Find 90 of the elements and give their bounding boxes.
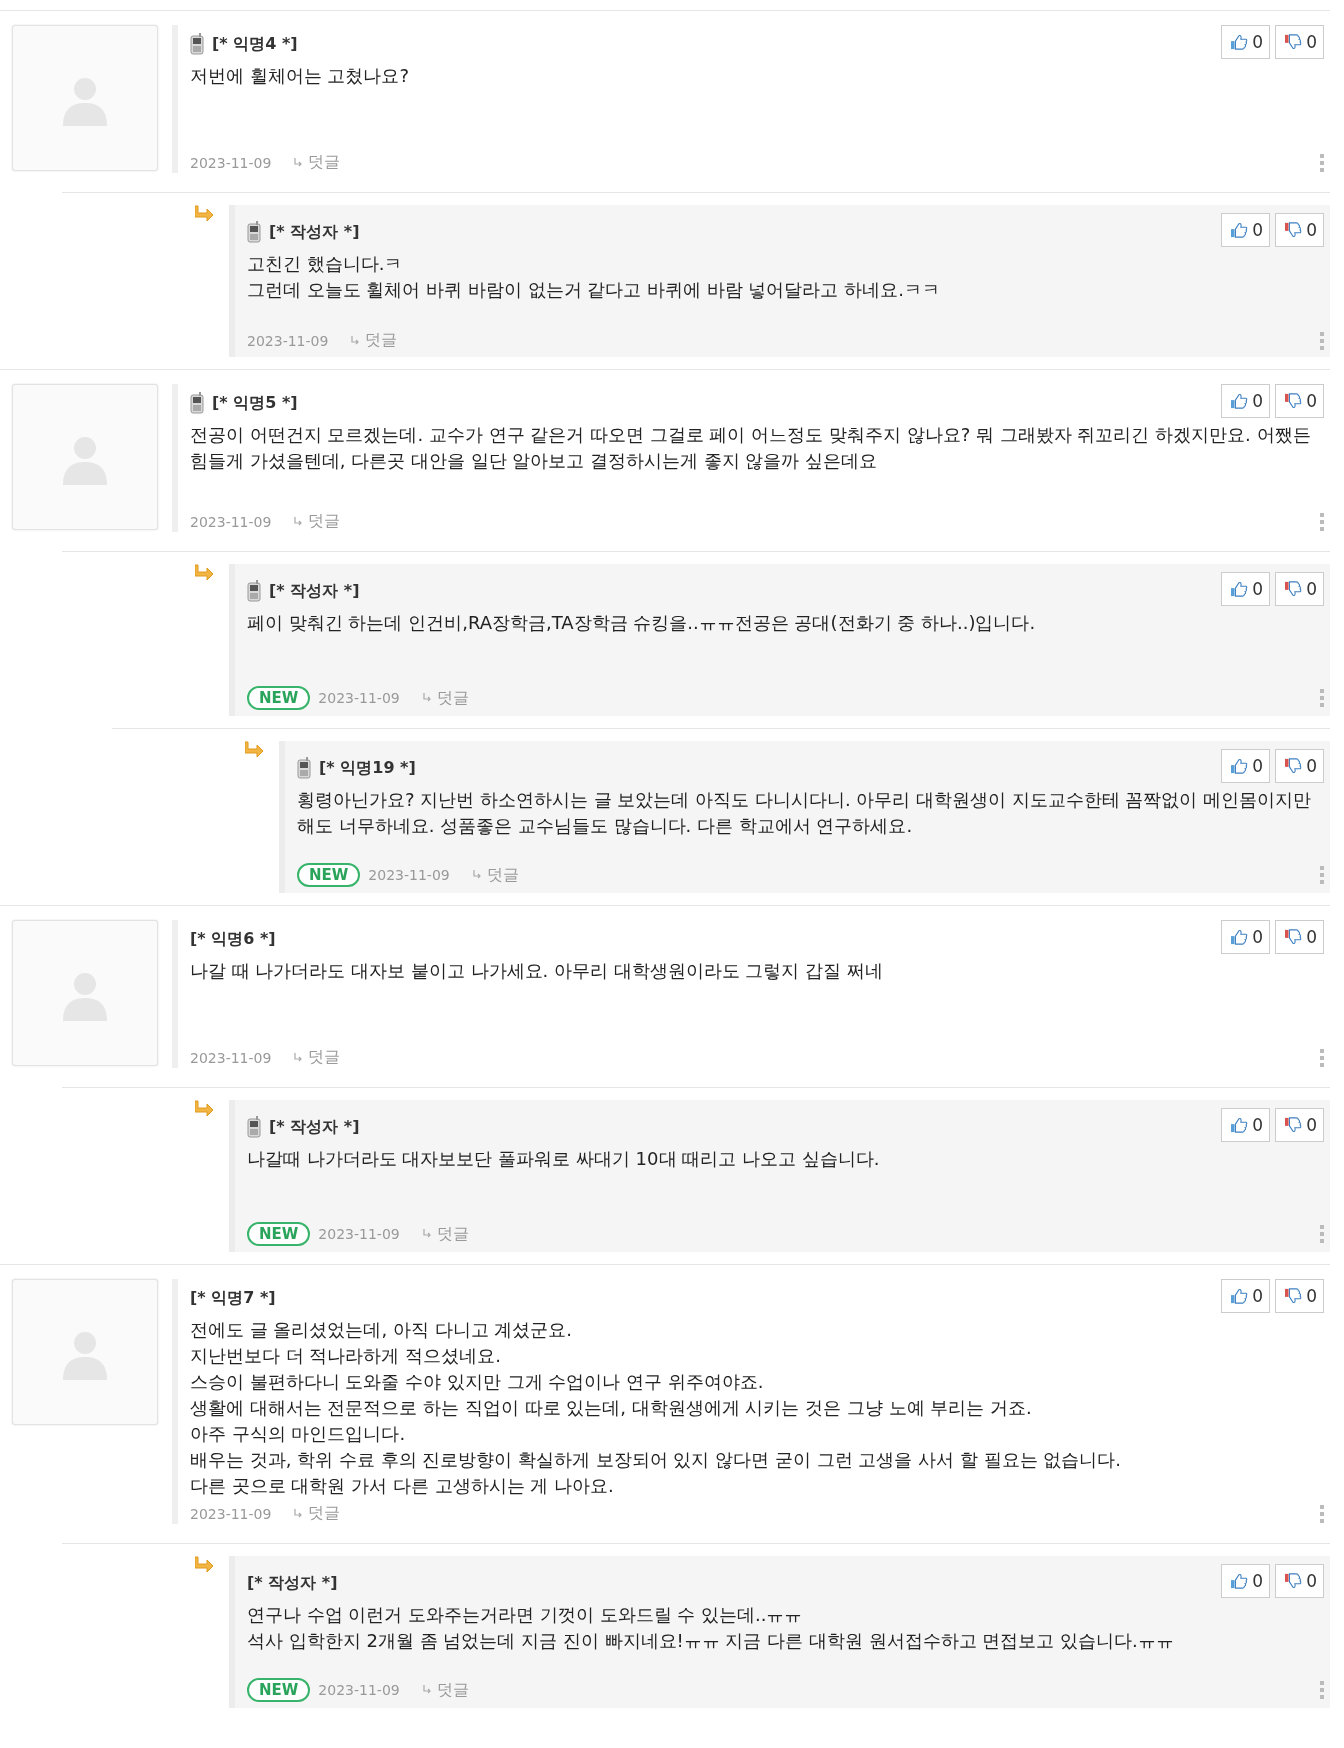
thumbs-up-icon	[1230, 1117, 1249, 1133]
comment-date: 2023-11-09	[318, 690, 400, 706]
like-button[interactable]: 0	[1221, 25, 1271, 59]
dislike-button[interactable]: 0	[1275, 1564, 1324, 1598]
dislike-button[interactable]: 0	[1275, 920, 1324, 954]
like-button[interactable]: 0	[1221, 920, 1271, 954]
more-options-icon[interactable]	[1320, 866, 1324, 884]
new-badge: NEW	[247, 1678, 311, 1702]
comment-date: 2023-11-09	[318, 1682, 400, 1698]
comment-text: 전에도 글 올리셨었는데, 아직 다니고 계셨군요. 지난번보다 더 적나라하게 적으셨네요. 스승이 불편하다니 도와줄 수야 있지만 그게 수업이나 연구 위주여야죠. 생활에 대해서는 전문적으로 하는 직업이 따로 있는데, 대학원생에게 시키는 것은 그냥 노예 부리는 거죠. 아주 구식의 마인드입니다. 배우는 것과, 학위 수료 후의 진로방향이 확실하게 보장되어 있지 않다면 굳이 그런 고생을 사서 할 필요는 없습니다. 다른 곳으로 대학원 가서 다른 고생하시는 게 나아요.	[190, 1318, 1122, 1498]
new-badge: NEW	[247, 686, 311, 710]
comment-date: 2023-11-09	[190, 154, 272, 171]
comment-date: 2023-11-09	[190, 513, 272, 530]
comment-date: 2023-11-09	[190, 1049, 272, 1066]
author-name: [* 작성자 *]	[269, 1116, 360, 1138]
like-button[interactable]: 0	[1221, 213, 1271, 247]
reply-arrow-icon	[195, 564, 215, 582]
more-options-icon[interactable]	[1320, 1225, 1324, 1243]
author-name: [* 작성자 *]	[247, 1572, 338, 1594]
thumbs-down-icon	[1284, 1288, 1303, 1304]
comment-text: 저번에 휠체어는 고쳤나요?	[190, 64, 410, 88]
dislike-button[interactable]: 0	[1275, 25, 1324, 59]
thumbs-up-icon	[1230, 393, 1249, 409]
thumbs-down-icon	[1284, 581, 1303, 597]
author-name: [* 익명4 *]	[212, 33, 298, 55]
reply-arrow-icon	[195, 1556, 215, 1574]
like-button[interactable]: 0	[1221, 572, 1271, 606]
reply-arrow-icon	[293, 1508, 304, 1519]
like-button[interactable]: 0	[1221, 384, 1271, 418]
dislike-button[interactable]: 0	[1275, 1108, 1324, 1142]
dislike-button[interactable]: 0	[1275, 749, 1324, 783]
thumbs-up-icon	[1230, 1573, 1249, 1589]
reply-arrow-icon	[421, 693, 432, 703]
reply-arrow-icon	[421, 1229, 432, 1239]
dislike-button[interactable]: 0	[1275, 384, 1324, 418]
thumbs-up-icon	[1230, 34, 1249, 50]
reply-arrow-icon	[293, 516, 304, 527]
comment-text: 고친긴 했습니다.ㅋ 그런데 오늘도 휠체어 바퀴 바람이 없는거 같다고 바퀴에 바람 넣어달라고 하네요.ㅋㅋ	[247, 252, 941, 302]
comment-date: 2023-11-09	[368, 867, 450, 883]
thumbs-down-icon	[1284, 929, 1303, 945]
dislike-button[interactable]: 0	[1275, 213, 1324, 247]
more-options-icon[interactable]	[1320, 1681, 1324, 1699]
comment-text: 페이 맞춰긴 하는데 인건비,RA장학금,TA장학금 슈킹을..ㅠㅠ전공은 공대(전화기 중 하나..)입니다.	[247, 611, 1037, 635]
reply-arrow-icon	[195, 205, 215, 223]
thumbs-up-icon	[1230, 222, 1249, 238]
thumbs-down-icon	[1284, 1573, 1303, 1589]
comment-text: 나갈때 나가더라도 대자보보단 풀파워로 싸대기 10대 때리고 나오고 싶습니다.	[247, 1147, 881, 1171]
comment-date: 2023-11-09	[190, 1505, 272, 1522]
thumbs-down-icon	[1284, 758, 1303, 774]
more-options-icon[interactable]	[1320, 1048, 1324, 1067]
reply-arrow-icon	[293, 157, 304, 168]
more-options-icon[interactable]	[1320, 512, 1324, 531]
comment-text: 연구나 수업 이런거 도와주는거라면 기껏이 도와드릴 수 있는데..ㅠㅠ 석사 입학한지 2개월 좀 넘었는데 지금 진이 빠지네요!ㅠㅠ 지금 다른 대학원 원서접수하고 면접보고 있습니다.ㅠㅠ	[247, 1603, 1175, 1653]
author-name: [* 익명19 *]	[319, 757, 416, 779]
more-options-icon[interactable]	[1320, 1504, 1324, 1523]
author-name: [* 익명7 *]	[190, 1287, 276, 1309]
thumbs-down-icon	[1284, 34, 1303, 50]
reply-arrow-icon	[350, 335, 361, 346]
new-badge: NEW	[247, 1222, 311, 1246]
more-options-icon[interactable]	[1320, 689, 1324, 707]
author-name: [* 작성자 *]	[269, 221, 360, 243]
reply-arrow-icon	[245, 741, 265, 759]
thumbs-up-icon	[1230, 1288, 1249, 1304]
thumbs-up-icon	[1230, 581, 1249, 597]
like-button[interactable]: 0	[1221, 749, 1271, 783]
comment-text: 전공이 어떤건지 모르겠는데. 교수가 연구 같은거 따오면 그걸로 페이 어느정도 맞춰주지 않나요? 뭐 그래봤자 쥐꼬리긴 하겠지만요. 어쨌든 힘들게 가셨을텐데, 다른곳 대안을 일단 알아보고 결정하시는게 좋지 않을까 싶은데요	[190, 423, 1312, 473]
like-button[interactable]: 0	[1221, 1108, 1271, 1142]
thumbs-down-icon	[1284, 1117, 1303, 1133]
reply-arrow-icon	[293, 1052, 304, 1063]
thumbs-up-icon	[1230, 758, 1249, 774]
author-name: [* 익명6 *]	[190, 928, 276, 950]
reply-arrow-icon	[195, 1100, 215, 1118]
thumbs-down-icon	[1284, 393, 1303, 409]
author-name: [* 익명5 *]	[212, 392, 298, 414]
comment-text: 횡령아닌가요? 지난번 하소연하시는 글 보았는데 아직도 다니시다니. 아무리 대학원생이 지도교수한테 꼼짝없이 메인몸이지만 해도 너무하네요. 성품좋은 교수님들도 많습니다. 다른 학교에서 연구하세요.	[297, 788, 1313, 838]
dislike-button[interactable]: 0	[1275, 572, 1324, 606]
reply-arrow-icon	[471, 870, 482, 880]
comment-date: 2023-11-09	[247, 332, 329, 349]
dislike-button[interactable]: 0	[1275, 1279, 1324, 1313]
like-button[interactable]: 0	[1221, 1279, 1271, 1313]
thumbs-down-icon	[1284, 222, 1303, 238]
thumbs-up-icon	[1230, 929, 1249, 945]
like-button[interactable]: 0	[1221, 1564, 1271, 1598]
more-options-icon[interactable]	[1320, 331, 1324, 350]
more-options-icon[interactable]	[1320, 153, 1324, 172]
author-name: [* 작성자 *]	[269, 580, 360, 602]
reply-arrow-icon	[421, 1685, 432, 1695]
comment-date: 2023-11-09	[318, 1226, 400, 1242]
new-badge: NEW	[297, 863, 361, 887]
comment-text: 나갈 때 나가더라도 대자보 붙이고 나가세요. 아무리 대학생원이라도 그렇지 갑질 쩌네	[190, 959, 884, 983]
